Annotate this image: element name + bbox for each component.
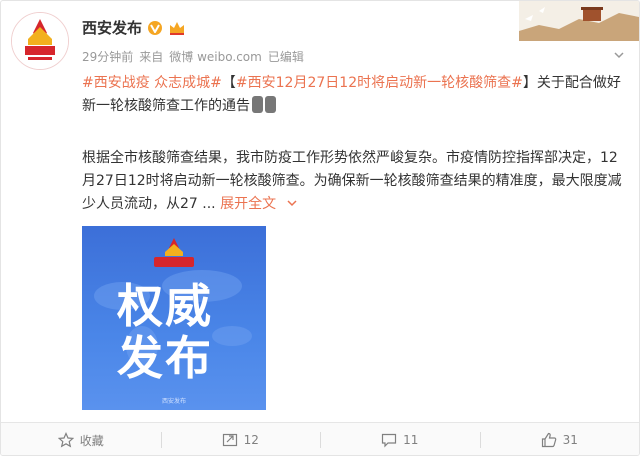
image-title-line-2: 发布 xyxy=(117,331,213,385)
microphone-icon xyxy=(252,96,263,113)
image-title-line-1: 权威 xyxy=(117,279,213,333)
like-button[interactable]: 31 xyxy=(479,423,640,455)
star-icon xyxy=(57,432,74,448)
comment-count: 11 xyxy=(403,433,419,447)
post-body: 根据全市核酸筛查结果，我市防疫工作形势依然严峻复杂。市疫情防控指挥部决定，12月… xyxy=(82,147,630,216)
post-body-text: 根据全市核酸筛查结果，我市防疫工作形势依然严峻复杂。市疫情防控指挥部决定，12月… xyxy=(82,150,622,212)
great-wall-banner-icon xyxy=(519,1,639,41)
source-prefix: 来自 xyxy=(139,50,164,64)
like-count: 31 xyxy=(562,433,578,447)
repost-button[interactable]: 12 xyxy=(160,423,321,455)
post-meta: 29分钟前 来自 微博 weibo.com 已编辑 xyxy=(82,48,304,65)
bracket-close: 】 xyxy=(522,75,537,91)
topic-link-1[interactable]: #西安战疫 众志成城# xyxy=(82,75,222,91)
chevron-down-icon[interactable] xyxy=(613,49,625,61)
favorite-button[interactable]: 收藏 xyxy=(1,423,161,455)
favorite-label: 收藏 xyxy=(79,433,104,448)
post-source[interactable]: 微博 weibo.com xyxy=(169,48,262,65)
expand-full-text-link[interactable]: 展开全文 xyxy=(220,196,276,212)
weibo-post-card: 西安发布 29分钟前 来自 微博 weibo.com 已编辑 #西安战疫 众志成… xyxy=(0,0,640,456)
post-time[interactable]: 29分钟前 xyxy=(82,48,133,65)
like-icon xyxy=(541,432,556,448)
xian-logo-icon xyxy=(12,13,68,69)
action-bar: 收藏 12 11 31 xyxy=(1,422,640,455)
bracket-open: 【 xyxy=(221,75,236,91)
comment-icon xyxy=(382,433,397,448)
author-name[interactable]: 西安发布 xyxy=(82,17,142,38)
share-icon xyxy=(222,433,237,447)
verified-badge-icon xyxy=(148,20,163,35)
vip-crown-icon xyxy=(170,21,185,35)
repost-count: 12 xyxy=(243,433,259,447)
post-headline: #西安战疫 众志成城#【#西安12月27日12时将启动新一轮核酸筛查#】关于配合… xyxy=(82,72,630,118)
author-name-row: 西安发布 xyxy=(82,17,186,38)
microphone-icon xyxy=(265,96,276,113)
image-logo-icon xyxy=(154,238,194,267)
comment-button[interactable]: 11 xyxy=(320,423,480,455)
author-avatar[interactable] xyxy=(11,12,69,70)
edited-label: 已编辑 xyxy=(267,50,304,64)
post-image[interactable]: 权威 发布 西安发布 xyxy=(82,226,266,410)
image-footer-logo-text: 西安发布 xyxy=(161,398,186,405)
topic-link-2[interactable]: #西安12月27日12时将启动新一轮核酸筛查# xyxy=(236,75,523,91)
expand-chevron-icon[interactable] xyxy=(287,198,297,208)
